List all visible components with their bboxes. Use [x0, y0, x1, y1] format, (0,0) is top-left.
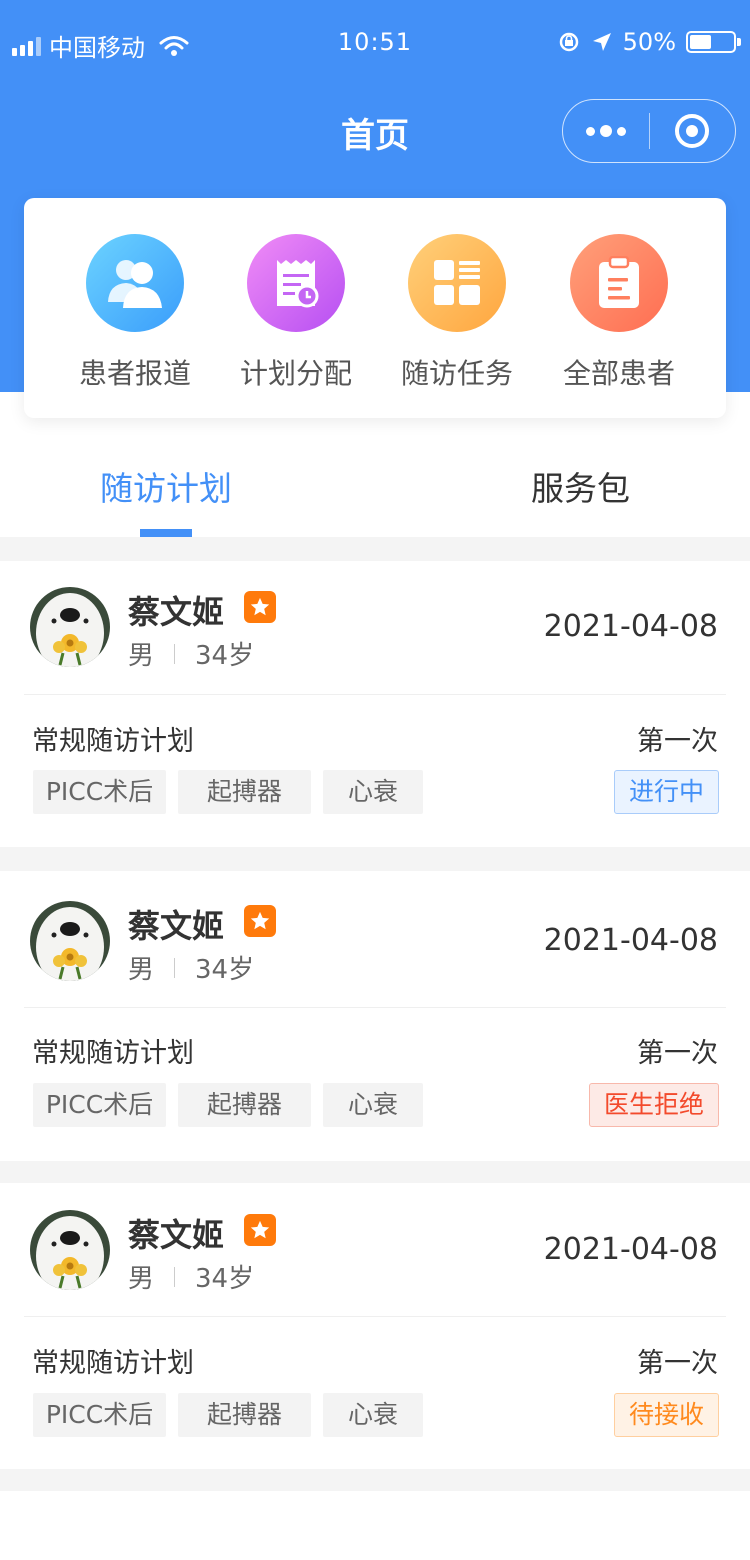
- section-gap: [0, 1469, 750, 1491]
- section-gap: [0, 847, 750, 871]
- tag: 心衰: [323, 770, 423, 814]
- users-icon: [86, 234, 184, 332]
- section-gap: [0, 537, 750, 561]
- tab-indicator: [140, 529, 192, 537]
- menu-item-all-patients[interactable]: 全部患者: [538, 234, 700, 392]
- plan-count: 第一次: [637, 726, 718, 757]
- status-bar: 中国移动 10:51 50%: [0, 0, 750, 86]
- meta-divider: [174, 1266, 176, 1287]
- avatar: [30, 1210, 110, 1290]
- battery-level: [690, 35, 711, 49]
- status-right: 50%: [557, 28, 741, 56]
- patient-meta: 男 34岁: [128, 949, 254, 986]
- avatar: [30, 901, 110, 981]
- plan-card[interactable]: 蔡文姬 男 34岁 2021-04-08 常规随访计划 第一次 PICC术后 起…: [0, 561, 750, 847]
- plan-card[interactable]: 蔡文姬 男 34岁 2021-04-08 常规随访计划 第一次 PICC术后 起…: [0, 871, 750, 1161]
- battery-icon: [686, 31, 741, 53]
- plan-name: 常规随访计划: [32, 1038, 194, 1069]
- rotation-lock-icon: [559, 32, 578, 52]
- plan-name: 常规随访计划: [32, 726, 194, 757]
- plan-card[interactable]: 蔡文姬 男 34岁 2021-04-08 常规随访计划 第一次 PICC术后 起…: [0, 1183, 750, 1469]
- page: 中国移动 10:51 50% 首页 患者报道 计划分配 随访任务 全部患者 随访…: [0, 0, 750, 1560]
- menu-label: 全部患者: [562, 357, 675, 390]
- menu-item-plan-assign[interactable]: 计划分配: [215, 234, 377, 392]
- more-button[interactable]: [563, 125, 649, 137]
- star-icon: [244, 591, 276, 623]
- status-badge: 医生拒绝: [588, 1083, 719, 1127]
- meta-divider: [174, 643, 176, 664]
- plan-count: 第一次: [637, 1348, 718, 1379]
- mini-program-capsule: [562, 99, 736, 163]
- star-icon: [244, 905, 276, 937]
- meta-divider: [174, 957, 176, 978]
- menu-label: 随访任务: [400, 357, 513, 390]
- location-arrow-icon: [592, 33, 611, 51]
- menu-item-followup-task[interactable]: 随访任务: [376, 234, 538, 392]
- patient-name: 蔡文姬: [128, 1216, 225, 1254]
- status-badge: 进行中: [613, 770, 719, 814]
- plan-date: 2021-04-08: [543, 1232, 718, 1267]
- tag: PICC术后: [33, 1083, 166, 1127]
- patient-name: 蔡文姬: [128, 593, 225, 631]
- patient-age: 34岁: [195, 955, 255, 985]
- tag: PICC术后: [33, 770, 166, 814]
- tag: 起搏器: [178, 1083, 311, 1127]
- target-icon: [675, 114, 710, 148]
- plan-date: 2021-04-08: [543, 609, 718, 644]
- avatar: [30, 587, 110, 667]
- status-badge: 待接收: [613, 1393, 719, 1437]
- star-icon: [244, 1214, 276, 1246]
- tab-service-package[interactable]: 服务包: [531, 462, 630, 510]
- patient-gender: 男: [128, 955, 155, 985]
- patient-age: 34岁: [195, 641, 255, 671]
- menu-label: 患者报道: [78, 357, 191, 390]
- card-divider: [24, 694, 726, 695]
- tag: 心衰: [323, 1393, 423, 1437]
- tag-list: PICC术后 起搏器 心衰: [33, 1393, 423, 1437]
- tag: 起搏器: [178, 770, 311, 814]
- tag-list: PICC术后 起搏器 心衰: [33, 770, 423, 814]
- card-divider: [24, 1316, 726, 1317]
- menu-item-patient-report[interactable]: 患者报道: [54, 234, 216, 392]
- card-divider: [24, 1007, 726, 1008]
- patient-gender: 男: [128, 641, 155, 671]
- patient-name: 蔡文姬: [128, 907, 225, 945]
- grid-list-icon: [408, 234, 506, 332]
- patient-age: 34岁: [195, 1264, 255, 1294]
- tag: 心衰: [323, 1083, 423, 1127]
- plan-name: 常规随访计划: [32, 1348, 194, 1379]
- tag-list: PICC术后 起搏器 心衰: [33, 1083, 423, 1127]
- patient-gender: 男: [128, 1264, 155, 1294]
- tab-bar: 随访计划 服务包: [0, 440, 750, 537]
- tag: 起搏器: [178, 1393, 311, 1437]
- plan-date: 2021-04-08: [543, 923, 718, 958]
- patient-meta: 男 34岁: [128, 635, 254, 672]
- patient-meta: 男 34岁: [128, 1258, 254, 1295]
- schedule-receipt-icon: [247, 234, 345, 332]
- battery-percent: 50%: [622, 28, 676, 56]
- clipboard-icon: [570, 234, 668, 332]
- menu-label: 计划分配: [239, 357, 352, 390]
- plan-count: 第一次: [637, 1038, 718, 1069]
- tab-followup-plan[interactable]: 随访计划: [100, 462, 232, 510]
- close-button[interactable]: [650, 114, 736, 148]
- section-gap: [0, 1161, 750, 1183]
- quick-menu-card: 患者报道 计划分配 随访任务 全部患者: [24, 198, 726, 418]
- tag: PICC术后: [33, 1393, 166, 1437]
